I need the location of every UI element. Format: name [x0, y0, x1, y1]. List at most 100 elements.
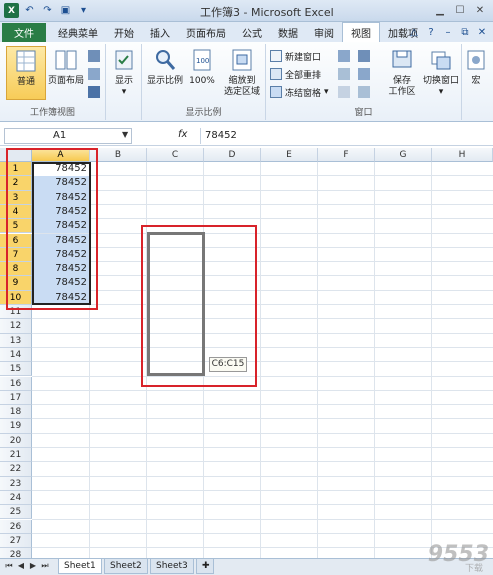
cell-a2[interactable]: 78452 [33, 176, 90, 191]
row-header-12[interactable]: 12 [0, 319, 32, 334]
tab-file[interactable]: 文件 [2, 23, 46, 42]
sheet-tab-sheet2[interactable]: Sheet2 [104, 559, 148, 574]
maximize-icon[interactable]: ☐ [451, 2, 469, 18]
row-header-26[interactable]: 26 [0, 519, 32, 534]
next-sheet-icon[interactable]: ▶ [28, 561, 38, 571]
row-header-7[interactable]: 7 [0, 247, 32, 263]
page-layout-view-button[interactable]: 页面布局 [46, 46, 86, 100]
minimize-icon[interactable]: ▁ [431, 2, 449, 18]
hide-button[interactable] [338, 66, 350, 82]
prev-sheet-icon[interactable]: ◀ [16, 561, 26, 571]
cell-a8[interactable]: 78452 [33, 262, 90, 277]
normal-view-button[interactable]: 普通 [6, 46, 46, 100]
row-header-1[interactable]: 1 [0, 162, 32, 177]
tab-data[interactable]: 数据 [270, 23, 306, 42]
window-minimize-icon[interactable]: – [441, 25, 455, 39]
zoom-to-selection-button[interactable]: 缩放到 选定区域 [220, 46, 264, 100]
window-close-icon[interactable]: ✕ [475, 25, 489, 39]
split-button[interactable] [338, 48, 350, 64]
cell-a9[interactable]: 78452 [33, 276, 90, 291]
row-header-18[interactable]: 18 [0, 405, 32, 420]
row-header-24[interactable]: 24 [0, 490, 32, 506]
redo-icon[interactable]: ↷ [40, 3, 55, 18]
row-header-5[interactable]: 5 [0, 219, 32, 234]
cell-a7[interactable]: 78452 [33, 247, 90, 263]
cell-a5[interactable]: 78452 [33, 219, 90, 234]
row-header-20[interactable]: 20 [0, 433, 32, 448]
row-header-9[interactable]: 9 [0, 276, 32, 291]
row-header-23[interactable]: 23 [0, 476, 32, 491]
cell-a4[interactable]: 78452 [33, 204, 90, 220]
save-workspace-button[interactable]: 保存 工作区 [384, 46, 420, 100]
cell-a3[interactable]: 78452 [33, 190, 90, 205]
switch-window-button[interactable]: 切换窗口 ▾ [420, 46, 462, 100]
cell-a1[interactable]: 78452 [33, 162, 90, 177]
minimize-ribbon-icon[interactable]: △ [407, 25, 421, 39]
custom-views-button[interactable] [88, 66, 100, 82]
close-icon[interactable]: ✕ [471, 2, 489, 18]
tab-review[interactable]: 审阅 [306, 23, 342, 42]
row-header-25[interactable]: 25 [0, 505, 32, 520]
insert-function-icon[interactable]: fx [178, 129, 187, 140]
help-icon[interactable]: ? [424, 25, 438, 39]
tab-view[interactable]: 视图 [342, 22, 380, 42]
row-header-11[interactable]: 11 [0, 305, 32, 320]
reset-position-button[interactable] [358, 84, 370, 100]
arrange-all-button[interactable]: 全部重排 [270, 66, 321, 82]
zoom-button[interactable]: 显示比例 [144, 46, 186, 100]
row-header-14[interactable]: 14 [0, 347, 32, 363]
unhide-button[interactable] [338, 84, 350, 100]
column-header-a[interactable]: A [32, 148, 90, 162]
window-restore-icon[interactable]: ⧉ [458, 25, 472, 39]
column-header-c[interactable]: C [147, 148, 204, 162]
sheet-tab-sheet1[interactable]: Sheet1 [58, 559, 102, 574]
sheet-tab-sheet3[interactable]: Sheet3 [150, 559, 194, 574]
row-header-10[interactable]: 10 [0, 290, 32, 305]
tab-home[interactable]: 开始 [106, 23, 142, 42]
last-sheet-icon[interactable]: ⏭ [40, 561, 50, 571]
row-header-4[interactable]: 4 [0, 204, 32, 220]
row-header-15[interactable]: 15 [0, 362, 32, 377]
page-break-preview-button[interactable] [88, 48, 100, 64]
row-header-21[interactable]: 21 [0, 448, 32, 463]
row-header-22[interactable]: 22 [0, 462, 32, 477]
full-screen-button[interactable] [88, 84, 100, 100]
formula-input[interactable]: 78452 [200, 128, 490, 144]
cell-a10[interactable]: 78452 [33, 290, 90, 305]
macros-button[interactable]: 宏 [458, 46, 493, 100]
column-header-f[interactable]: F [318, 148, 375, 162]
customize-qat-icon[interactable]: ▾ [76, 3, 91, 18]
tab-page-layout[interactable]: 页面布局 [178, 23, 234, 42]
tab-insert[interactable]: 插入 [142, 23, 178, 42]
row-header-8[interactable]: 8 [0, 262, 32, 277]
view-side-by-side-button[interactable] [358, 48, 370, 64]
row-header-13[interactable]: 13 [0, 333, 32, 348]
row-header-17[interactable]: 17 [0, 390, 32, 406]
excel-logo-icon[interactable]: X [4, 3, 19, 18]
row-header-28[interactable]: 28 [0, 548, 32, 558]
select-all-corner[interactable] [0, 148, 32, 162]
sync-scroll-button[interactable] [358, 66, 370, 82]
first-sheet-icon[interactable]: ⏮ [4, 561, 14, 571]
column-header-d[interactable]: D [204, 148, 261, 162]
worksheet-grid[interactable]: ABCDEFGH 1 2 3 4 5 6 7 8 9 10 11 12 13 14 15 16 17 18 19 20… [0, 148, 493, 558]
name-box-dropdown-icon[interactable]: ▼ [122, 130, 128, 139]
new-window-button[interactable]: 新建窗口 [270, 48, 321, 64]
undo-icon[interactable]: ↶ [22, 3, 37, 18]
cell-a6[interactable]: 78452 [33, 233, 90, 248]
save-icon[interactable]: ▣ [58, 3, 73, 18]
column-header-b[interactable]: B [90, 148, 147, 162]
row-header-16[interactable]: 16 [0, 376, 32, 391]
row-header-27[interactable]: 27 [0, 533, 32, 549]
row-header-2[interactable]: 2 [0, 176, 32, 191]
tab-formulas[interactable]: 公式 [234, 23, 270, 42]
zoom-100-button[interactable]: 100 100% [186, 46, 218, 100]
insert-sheet-icon[interactable]: ✚ [196, 559, 214, 574]
name-box[interactable]: A1 [4, 128, 132, 144]
column-header-g[interactable]: G [375, 148, 432, 162]
row-header-3[interactable]: 3 [0, 190, 32, 205]
column-header-e[interactable]: E [261, 148, 318, 162]
show-button[interactable]: 显示 ▾ [104, 46, 144, 100]
freeze-panes-button[interactable]: 冻结窗格 ▾ [270, 84, 329, 100]
tab-classic-menu[interactable]: 经典菜单 [50, 23, 106, 42]
